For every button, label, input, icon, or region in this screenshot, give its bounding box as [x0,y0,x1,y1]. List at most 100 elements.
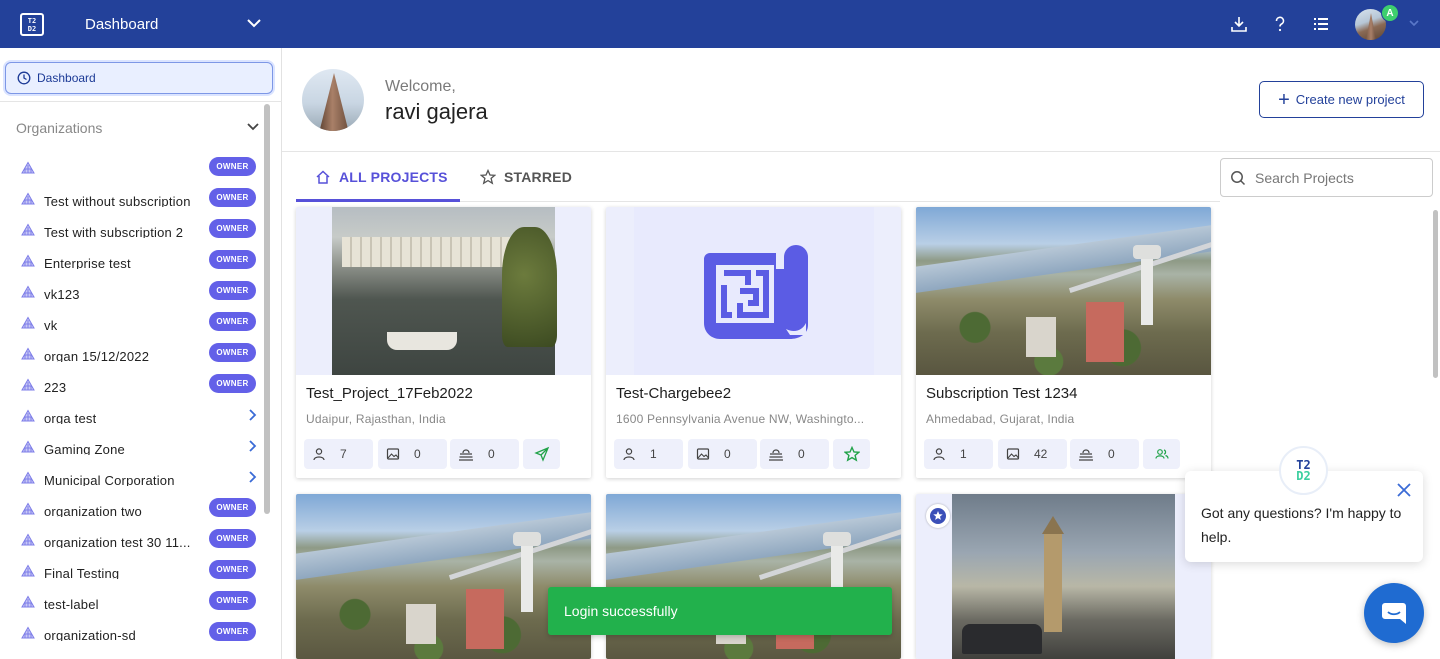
download-icon[interactable] [1229,14,1249,34]
main-scrollbar[interactable] [1433,210,1438,378]
layers-stat[interactable]: 0 [760,439,829,469]
owner-badge: OWNER [209,188,256,207]
page-title: Dashboard [85,16,159,33]
layers-stat[interactable]: 0 [450,439,519,469]
blueprint-icon [704,245,808,339]
welcome-text: Welcome, [385,78,456,95]
organization-icon [21,440,35,453]
images-stat[interactable]: 0 [378,439,447,469]
org-name: Enterprise test [44,256,131,269]
org-name: vk123 [44,287,80,300]
sidebar-item-dashboard[interactable]: Dashboard [5,62,273,94]
divider [282,151,1440,152]
org-list-item[interactable]: organization two OWNER [0,493,262,524]
help-icon[interactable] [1270,14,1290,34]
project-location: Udaipur, Rajasthan, India [306,412,446,426]
home-icon [316,170,330,184]
organization-icon [21,564,35,577]
organization-icon [21,161,35,174]
project-card[interactable] [296,494,591,659]
star-button[interactable] [833,439,870,469]
org-name: organ 15/12/2022 [44,349,150,362]
chevron-right-icon[interactable] [246,470,258,484]
org-name: organization-sd [44,628,136,641]
chat-icon [1382,603,1406,624]
organization-icon [21,285,35,298]
send-icon [533,446,549,462]
owner-badge: OWNER [209,529,256,548]
org-name: Test with subscription 2 [44,225,184,238]
members-stat[interactable]: 7 [304,439,373,469]
project-card[interactable]: Test-Chargebee2 1600 Pennsylvania Avenue… [606,207,901,478]
organization-icon [21,471,35,484]
org-list-item[interactable]: Gaming Zone [0,431,262,462]
divider [0,101,282,102]
images-stat[interactable]: 0 [688,439,757,469]
project-thumbnail [916,494,1211,659]
org-list-item[interactable]: Test without subscription OWNER [0,183,262,214]
user-icon [313,448,325,461]
tab-starred[interactable]: STARRED [480,169,572,185]
toast-notification: Login successfully [548,587,892,635]
org-list-item[interactable]: organ 15/12/2022 OWNER [0,338,262,369]
members-stat[interactable]: 1 [614,439,683,469]
org-name: Test without subscription [44,194,191,207]
org-list-item[interactable]: Enterprise test OWNER [0,245,262,276]
org-list-item[interactable]: Municipal Corporation [0,462,262,493]
list-icon[interactable] [1311,14,1331,34]
org-name: test-label [44,597,99,610]
org-list-item[interactable]: organization test 30 11... OWNER [0,524,262,555]
sidebar-scrollbar[interactable] [264,104,270,514]
organization-icon [21,595,35,608]
tab-all-projects[interactable]: ALL PROJECTS [315,169,448,185]
org-name: Gaming Zone [44,442,125,455]
organization-icon [21,378,35,391]
project-card[interactable]: Subscription Test 1234 Ahmedabad, Gujara… [916,207,1211,478]
chevron-down-icon[interactable] [246,120,260,134]
user-icon [623,448,635,461]
organization-icon [21,533,35,546]
project-card[interactable]: Test_Project_17Feb2022 Udaipur, Rajastha… [296,207,591,478]
chat-logo-bottom: D2 [1296,468,1311,483]
org-list-item[interactable]: vk OWNER [0,307,262,338]
org-list-item[interactable]: Test with subscription 2 OWNER [0,214,262,245]
send-button[interactable] [523,439,560,469]
search-input[interactable] [1255,169,1425,186]
chevron-right-icon[interactable] [246,408,258,422]
project-card[interactable] [916,494,1211,659]
chevron-down-icon[interactable] [1407,16,1421,30]
sidebar: Dashboard Organizations OWNER Test withou… [0,48,282,659]
chevron-right-icon[interactable] [246,439,258,453]
project-title: Test_Project_17Feb2022 [306,385,473,402]
org-list-item[interactable]: Final Testing OWNER [0,555,262,586]
image-icon [386,448,400,460]
app-logo[interactable]: T2 D2 [20,13,44,36]
layers-stat[interactable]: 0 [1070,439,1139,469]
search-box[interactable] [1220,158,1433,197]
project-location: 1600 Pennsylvania Avenue NW, Washingto..… [616,412,865,426]
chat-launcher-button[interactable] [1364,583,1424,643]
group-button[interactable] [1143,439,1180,469]
organization-icon [21,347,35,360]
project-title: Test-Chargebee2 [616,385,732,402]
starred-badge[interactable] [926,504,950,528]
org-list-item[interactable]: organization-sd OWNER [0,617,262,648]
org-list-item[interactable]: orga test [0,400,262,431]
create-project-button[interactable]: + Create new project [1259,81,1424,118]
org-list-item[interactable]: vk123 OWNER [0,276,262,307]
layers-count: 0 [1108,447,1115,461]
close-icon[interactable] [1395,481,1413,499]
owner-badge: OWNER [209,343,256,362]
image-icon [696,448,710,460]
members-stat[interactable]: 1 [924,439,993,469]
owner-badge: OWNER [209,312,256,331]
org-list-item[interactable]: OWNER [0,152,262,183]
org-name: vk [44,318,58,331]
project-thumbnail [296,207,591,375]
org-list-item[interactable]: 223 OWNER [0,369,262,400]
create-project-label: Create new project [1295,92,1405,107]
org-list-item[interactable]: test-label OWNER [0,586,262,617]
owner-badge: OWNER [209,281,256,300]
images-stat[interactable]: 42 [998,439,1067,469]
chevron-down-icon[interactable] [246,15,262,31]
